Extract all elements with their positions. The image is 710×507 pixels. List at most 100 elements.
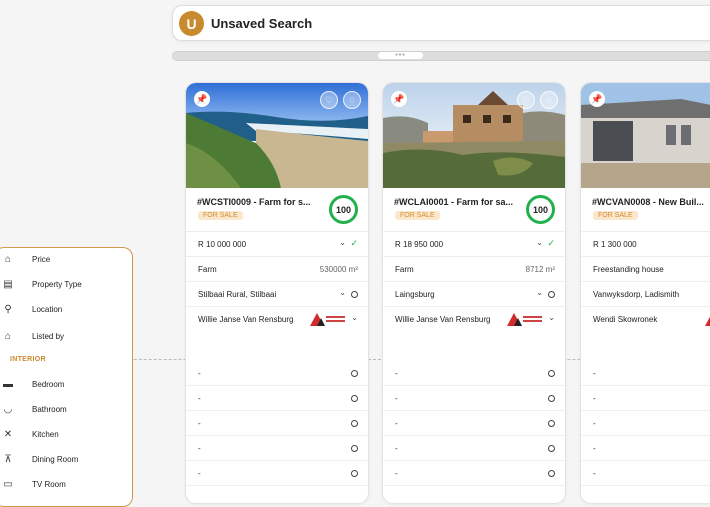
filter-label: TV Room xyxy=(32,479,66,489)
chevron-down-icon[interactable]: ⌄ xyxy=(351,313,358,322)
property-photo xyxy=(383,83,565,188)
pin-icon[interactable]: 📌 xyxy=(589,91,605,107)
house-outline-icon: ⌂ xyxy=(4,253,12,265)
agency-logo-icon xyxy=(310,313,345,326)
radio-circle-icon[interactable] xyxy=(548,420,555,427)
location-value: Laingsburg xyxy=(395,290,435,299)
match-score-badge: 100 xyxy=(329,195,358,224)
location-row[interactable]: Laingsburg ⌄ xyxy=(383,281,565,306)
radio-circle-icon[interactable] xyxy=(351,370,358,377)
tv-icon: ▭ xyxy=(3,478,13,490)
agent-name: Wendi Skowronek xyxy=(593,315,658,324)
heart-icon[interactable]: ♡ xyxy=(517,91,535,109)
filter-item-location[interactable]: ⚲ Location xyxy=(1,301,62,317)
status-badge: FOR SALE xyxy=(395,211,440,220)
radio-circle-icon[interactable] xyxy=(548,291,555,298)
location-pin-icon: ⚲ xyxy=(4,303,12,315)
property-type-row: Farm 530000 m² xyxy=(186,256,368,281)
location-row[interactable]: Vanwyksdorp, Ladismith xyxy=(581,281,710,306)
match-score-badge: 100 xyxy=(526,195,555,224)
listing-title[interactable]: #WCLAI0001 - Farm for sa... xyxy=(394,197,519,207)
status-badge: FOR SALE xyxy=(198,211,243,220)
table-row: - xyxy=(581,361,710,386)
cell-value: - xyxy=(395,469,398,478)
price-row[interactable]: R 1 300 000 xyxy=(581,231,710,256)
cell-value: - xyxy=(395,444,398,453)
chevron-down-icon[interactable]: ⌄ xyxy=(548,313,555,322)
radio-circle-icon[interactable] xyxy=(351,291,358,298)
cell-value: - xyxy=(198,419,201,428)
agent-home-icon: ⌂ xyxy=(4,330,12,342)
filter-item-bathroom[interactable]: ◡ Bathroom xyxy=(1,401,67,417)
cell-value: - xyxy=(593,419,596,428)
dislike-icon[interactable]: ♢ xyxy=(343,91,361,109)
radio-circle-icon[interactable] xyxy=(548,370,555,377)
filter-label: Listed by xyxy=(32,331,65,341)
filter-label: Location xyxy=(32,304,63,314)
filter-panel: ⌂ Price ▤ Property Type ⚲ Location ⌂ Lis… xyxy=(0,247,133,507)
status-badge: FOR SALE xyxy=(593,211,638,220)
search-header[interactable]: U Unsaved Search xyxy=(172,5,710,41)
bed-icon: ▬ xyxy=(3,378,13,390)
filter-item-bedroom[interactable]: ▬ Bedroom xyxy=(1,376,64,392)
table-row: - xyxy=(581,386,710,411)
property-type-value: Farm xyxy=(198,265,217,274)
radio-circle-icon[interactable] xyxy=(351,420,358,427)
table-row: - xyxy=(581,436,710,461)
radio-circle-icon[interactable] xyxy=(548,395,555,402)
dislike-icon[interactable]: ♢ xyxy=(540,91,558,109)
filter-item-tv-room[interactable]: ▭ TV Room xyxy=(1,476,66,492)
property-type-value: Freestanding house xyxy=(593,265,664,274)
pin-icon[interactable]: 📌 xyxy=(391,91,407,107)
radio-circle-icon[interactable] xyxy=(351,395,358,402)
listing-title[interactable]: #WCSTI0009 - Farm for s... xyxy=(197,197,322,207)
location-row[interactable]: Stilbaai Rural, Stilbaai ⌄ xyxy=(186,281,368,306)
horizontal-scrollbar[interactable]: ••• xyxy=(172,51,710,61)
price-row[interactable]: R 10 000 000 ⌄ ✓ xyxy=(186,231,368,256)
listing-title[interactable]: #WCVAN0008 - New Buil... xyxy=(592,197,710,207)
check-icon: ✓ xyxy=(547,238,555,248)
cell-value: - xyxy=(198,369,201,378)
location-value: Vanwyksdorp, Ladismith xyxy=(593,290,680,299)
heart-icon[interactable]: ♡ xyxy=(320,91,338,109)
price-value: R 1 300 000 xyxy=(593,240,637,249)
property-card[interactable]: 📌 #WCVAN0008 - New Buil... FOR SALE R 1 … xyxy=(580,82,710,504)
cell-value: - xyxy=(395,369,398,378)
agent-row[interactable]: Willie Janse Van Rensburg ⌄ xyxy=(186,306,368,331)
property-card[interactable]: 📌 ♡ ♢ #WCSTI0009 - Farm for s... FOR SAL… xyxy=(185,82,369,504)
table-row: - xyxy=(186,436,368,461)
filter-item-listed-by[interactable]: ⌂ Listed by xyxy=(1,328,64,344)
agent-row[interactable]: Willie Janse Van Rensburg ⌄ xyxy=(383,306,565,331)
price-row[interactable]: R 18 950 000 ⌄ ✓ xyxy=(383,231,565,256)
user-avatar[interactable]: U xyxy=(179,11,204,36)
filter-label: Bedroom xyxy=(32,379,65,389)
agent-row[interactable]: Wendi Skowronek xyxy=(581,306,710,331)
scroll-thumb[interactable]: ••• xyxy=(378,52,423,59)
pin-icon[interactable]: 📌 xyxy=(194,91,210,107)
table-row: - xyxy=(186,461,368,486)
bath-icon: ◡ xyxy=(3,403,13,415)
table-row: - xyxy=(383,436,565,461)
radio-circle-icon[interactable] xyxy=(351,445,358,452)
chevron-down-icon[interactable]: ⌄ xyxy=(339,288,346,297)
property-type-row: Farm 8712 m² xyxy=(383,256,565,281)
property-card[interactable]: 📌 ♡ ♢ #WCLAI0001 - Farm for sa... FOR SA… xyxy=(382,82,566,504)
property-photo xyxy=(186,83,368,188)
cell-value: - xyxy=(395,394,398,403)
filter-label: Property Type xyxy=(32,279,82,289)
radio-circle-icon[interactable] xyxy=(548,470,555,477)
dining-table-icon: ⊼ xyxy=(4,453,12,465)
cell-value: - xyxy=(198,469,201,478)
filter-item-property-type[interactable]: ▤ Property Type xyxy=(1,276,82,292)
building-icon: ▤ xyxy=(3,278,13,290)
filter-item-dining-room[interactable]: ⊼ Dining Room xyxy=(1,451,78,467)
chevron-down-icon[interactable]: ⌄ xyxy=(536,288,543,297)
search-title[interactable]: Unsaved Search xyxy=(211,16,312,31)
radio-circle-icon[interactable] xyxy=(548,445,555,452)
chevron-down-icon[interactable]: ⌄ xyxy=(339,238,346,247)
radio-circle-icon[interactable] xyxy=(351,470,358,477)
filter-item-kitchen[interactable]: ✕ Kitchen xyxy=(1,426,59,442)
cell-value: - xyxy=(395,419,398,428)
filter-item-price[interactable]: ⌂ Price xyxy=(1,251,50,267)
chevron-down-icon[interactable]: ⌄ xyxy=(536,238,543,247)
